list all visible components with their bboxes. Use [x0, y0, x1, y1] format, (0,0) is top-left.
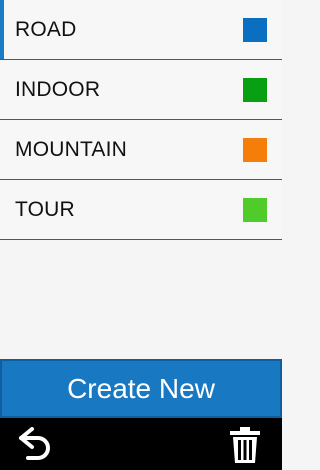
color-swatch [243, 78, 267, 102]
color-swatch [243, 18, 267, 42]
activity-row-road[interactable]: ROAD [0, 0, 282, 60]
create-new-label: Create New [67, 373, 215, 404]
back-arrow-icon[interactable] [16, 427, 54, 463]
activity-label: TOUR [15, 198, 75, 221]
activity-row-mountain[interactable]: MOUNTAIN [0, 120, 282, 180]
bottom-toolbar [0, 418, 282, 470]
activity-label: ROAD [15, 18, 77, 41]
activity-list: ROAD INDOOR MOUNTAIN TOUR [0, 0, 282, 240]
trash-icon[interactable] [228, 426, 262, 464]
activity-label: MOUNTAIN [15, 138, 128, 161]
color-swatch [243, 138, 267, 162]
activity-label: INDOOR [15, 78, 101, 101]
create-new-button[interactable]: Create New [0, 359, 282, 418]
color-swatch [243, 198, 267, 222]
activity-row-indoor[interactable]: INDOOR [0, 60, 282, 120]
activity-row-tour[interactable]: TOUR [0, 180, 282, 240]
